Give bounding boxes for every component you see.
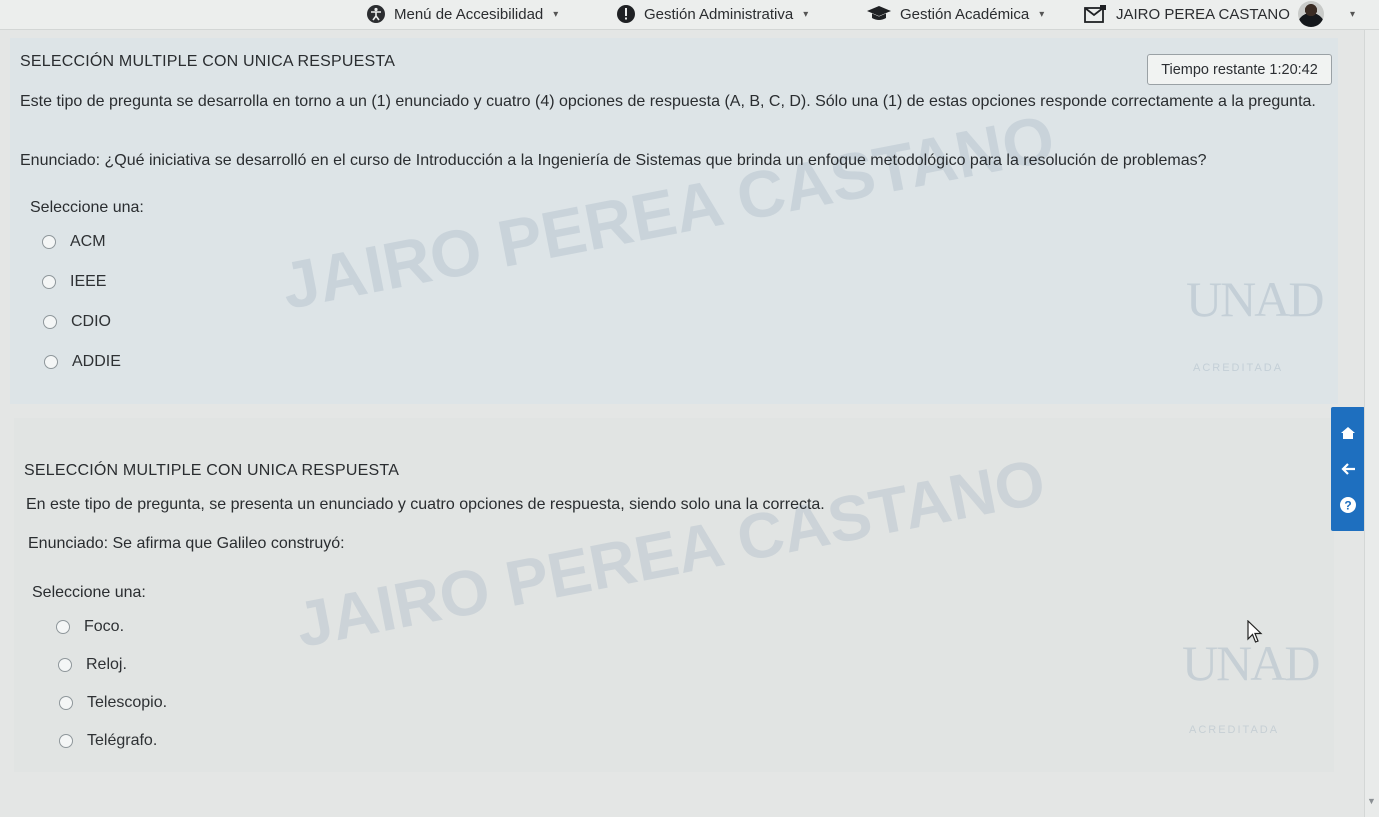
option-label: Reloj. — [86, 656, 127, 673]
timer-box: Tiempo restante 1:20:42 — [1147, 54, 1332, 85]
radio-button[interactable] — [58, 658, 72, 672]
option-label: CDIO — [71, 313, 111, 330]
accreditation-watermark: ACREDITADA — [1189, 724, 1280, 736]
timer-value: 1:20:42 — [1269, 61, 1318, 78]
message-envelope-icon — [1084, 4, 1108, 24]
home-icon[interactable] — [1337, 422, 1359, 444]
unad-logo-watermark: UNAD — [1186, 271, 1324, 327]
option-label: Foco. — [84, 618, 125, 635]
question-statement: Enunciado: ¿Qué iniciativa se desarrolló… — [20, 152, 1207, 169]
alert-circle-icon — [616, 4, 636, 24]
option-addie[interactable]: ADDIE — [44, 353, 121, 371]
gestion-administrativa-label: Gestión Administrativa — [644, 5, 794, 23]
option-cdio[interactable]: CDIO — [43, 313, 111, 331]
accessibility-menu-label: Menú de Accesibilidad — [394, 5, 544, 23]
accessibility-menu[interactable]: Menú de Accesibilidad ▾ — [366, 0, 558, 28]
option-label: ACM — [70, 233, 106, 250]
chevron-down-icon: ▾ — [553, 8, 559, 20]
svg-text:?: ? — [1344, 499, 1351, 513]
accessibility-icon — [366, 4, 386, 24]
option-label: ADDIE — [72, 353, 121, 370]
arrow-left-icon[interactable] — [1337, 458, 1359, 480]
radio-button[interactable] — [56, 620, 70, 634]
top-navigation-bar: Menú de Accesibilidad ▾ Gestión Administ… — [0, 0, 1379, 30]
floating-toolbar: ? — [1331, 407, 1365, 531]
radio-button[interactable] — [44, 355, 58, 369]
select-one-prompt: Seleccione una: — [32, 584, 146, 601]
question-instructions: En este tipo de pregunta, se presenta un… — [26, 496, 825, 513]
timer-label: Tiempo restante — [1161, 61, 1266, 78]
question-type-heading: SELECCIÓN MULTIPLE CON UNICA RESPUESTA — [20, 53, 396, 70]
chevron-down-icon: ▾ — [1349, 8, 1355, 20]
radio-button[interactable] — [43, 315, 57, 329]
scroll-down-icon[interactable]: ▼ — [1367, 796, 1376, 806]
chevron-down-icon: ▾ — [803, 8, 809, 20]
watermark-name: JAIRO PEREA CASTANO — [275, 100, 1061, 324]
option-acm[interactable]: ACM — [42, 233, 106, 251]
option-foco[interactable]: Foco. — [56, 618, 124, 636]
radio-button[interactable] — [59, 696, 73, 710]
option-label: Telescopio. — [87, 694, 168, 711]
question-1-block: JAIRO PEREA CASTANO UNAD ACREDITADA SELE… — [10, 38, 1338, 404]
option-telegrafo[interactable]: Telégrafo. — [59, 732, 157, 750]
graduation-cap-icon — [866, 5, 892, 23]
page-scrollbar[interactable] — [1364, 30, 1379, 817]
question-statement: Enunciado: Se afirma que Galileo constru… — [28, 535, 345, 552]
accreditation-watermark: ACREDITADA — [1193, 362, 1284, 374]
avatar — [1297, 1, 1324, 27]
question-instructions: Este tipo de pregunta se desarrolla en t… — [20, 93, 1316, 110]
option-telescopio[interactable]: Telescopio. — [59, 694, 167, 712]
option-reloj[interactable]: Reloj. — [58, 656, 127, 674]
option-label: Telégrafo. — [87, 732, 158, 749]
radio-button[interactable] — [59, 734, 73, 748]
watermark-name: JAIRO PEREA CASTANO — [290, 445, 1051, 662]
user-name: JAIRO PEREA CASTANO — [1116, 5, 1290, 23]
radio-button[interactable] — [42, 235, 56, 249]
radio-button[interactable] — [42, 275, 56, 289]
option-label: IEEE — [70, 273, 107, 290]
gestion-academica-label: Gestión Académica — [900, 5, 1030, 23]
select-one-prompt: Seleccione una: — [30, 199, 144, 216]
question-type-heading: SELECCIÓN MULTIPLE CON UNICA RESPUESTA — [24, 462, 400, 479]
question-2-block: JAIRO PEREA CASTANO UNAD ACREDITADA SELE… — [14, 418, 1334, 772]
gestion-academica-menu[interactable]: Gestión Académica ▾ — [866, 0, 1044, 28]
question-circle-icon[interactable]: ? — [1337, 494, 1359, 516]
mouse-cursor-icon — [1247, 619, 1263, 649]
user-menu[interactable]: JAIRO PEREA CASTANO ▾ — [1084, 0, 1355, 28]
gestion-administrativa-menu[interactable]: Gestión Administrativa ▾ — [616, 0, 808, 28]
option-ieee[interactable]: IEEE — [42, 273, 106, 291]
chevron-down-icon: ▾ — [1039, 8, 1045, 20]
